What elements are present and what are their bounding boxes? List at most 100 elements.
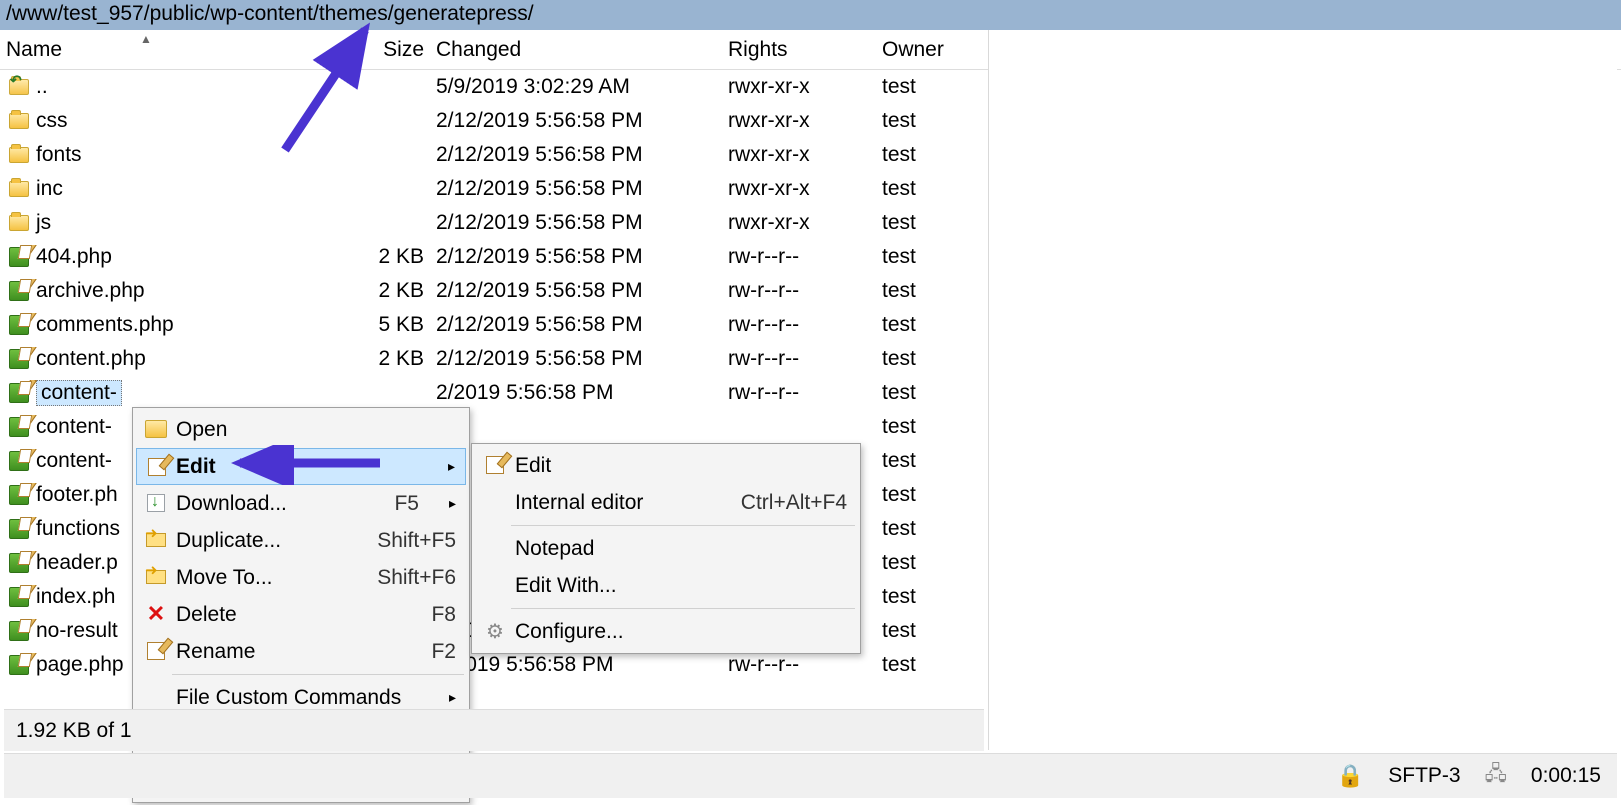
file-name: comments.php bbox=[36, 313, 174, 337]
rename-icon bbox=[144, 639, 168, 663]
ctx-moveto-shortcut: Shift+F6 bbox=[377, 566, 456, 590]
col-header-owner[interactable]: Owner bbox=[876, 34, 986, 66]
file-name: content.php bbox=[36, 347, 146, 371]
file-owner: test bbox=[876, 245, 986, 269]
submenu-arrow-icon: ▸ bbox=[448, 458, 455, 475]
gear-icon: ⚙ bbox=[483, 619, 507, 643]
menu-separator bbox=[511, 608, 855, 609]
file-name: footer.ph bbox=[36, 483, 118, 507]
php-file-icon bbox=[8, 518, 30, 540]
file-changed: 2/12/2019 5:56:58 PM bbox=[430, 279, 722, 303]
file-changed: 2/12/2019 5:56:58 PM bbox=[430, 177, 722, 201]
php-file-icon bbox=[8, 450, 30, 472]
sub-notepad[interactable]: Notepad bbox=[475, 530, 857, 567]
file-owner: test bbox=[876, 143, 986, 167]
ctx-moveto-label: Move To... bbox=[176, 566, 347, 590]
file-changed: 2/2019 5:56:58 PM bbox=[430, 653, 722, 677]
file-name: content- bbox=[36, 449, 112, 473]
sub-configure[interactable]: ⚙ Configure... bbox=[475, 613, 857, 650]
file-name: content- bbox=[36, 415, 112, 439]
sub-editwith-label: Edit With... bbox=[515, 574, 847, 598]
php-file-icon bbox=[8, 620, 30, 642]
file-name: functions bbox=[36, 517, 120, 541]
file-changed: 2/12/2019 5:56:58 PM bbox=[430, 313, 722, 337]
path-text: /www/test_957/public/wp-content/themes/g… bbox=[6, 2, 534, 25]
ctx-moveto[interactable]: Move To... Shift+F6 bbox=[136, 559, 466, 596]
ctx-open-label: Open bbox=[176, 418, 456, 442]
submenu-arrow-icon: ▸ bbox=[449, 495, 456, 512]
edit-icon bbox=[483, 453, 507, 477]
ctx-delete[interactable]: ✕ Delete F8 bbox=[136, 596, 466, 633]
duplicate-icon bbox=[144, 528, 168, 552]
file-size: 2 KB bbox=[368, 245, 430, 269]
ctx-rename[interactable]: Rename F2 bbox=[136, 633, 466, 670]
file-rights: rw-r--r-- bbox=[722, 245, 876, 269]
folder-icon bbox=[8, 212, 30, 234]
file-rights: rwxr-xr-x bbox=[722, 177, 876, 201]
right-pane bbox=[988, 30, 1617, 750]
file-rights: rwxr-xr-x bbox=[722, 143, 876, 167]
lock-icon: 🔒 bbox=[1337, 763, 1364, 789]
move-icon bbox=[144, 565, 168, 589]
file-changed: 2/12/2019 5:56:58 PM bbox=[430, 245, 722, 269]
file-rights: rwxr-xr-x bbox=[722, 75, 876, 99]
ctx-edit[interactable]: Edit ▸ bbox=[136, 448, 466, 485]
file-changed: 2/2019 5:56:58 PM bbox=[430, 381, 722, 405]
file-name: css bbox=[36, 109, 68, 133]
col-header-name[interactable]: Name bbox=[0, 34, 368, 66]
file-name: page.php bbox=[36, 653, 124, 677]
file-owner: test bbox=[876, 449, 986, 473]
col-header-changed[interactable]: Changed bbox=[430, 34, 722, 66]
file-owner: test bbox=[876, 109, 986, 133]
ctx-duplicate-shortcut: Shift+F5 bbox=[377, 529, 456, 553]
ctx-duplicate-label: Duplicate... bbox=[176, 529, 347, 553]
folder-icon bbox=[8, 110, 30, 132]
file-owner: test bbox=[876, 483, 986, 507]
sub-internal-shortcut: Ctrl+Alt+F4 bbox=[741, 491, 847, 515]
sub-edit[interactable]: Edit bbox=[475, 447, 857, 484]
file-rights: rw-r--r-- bbox=[722, 313, 876, 337]
sort-arrow-icon: ▲ bbox=[140, 32, 152, 46]
file-changed: 2/12/2019 5:56:58 PM bbox=[430, 347, 722, 371]
status-protocol[interactable]: SFTP-3 bbox=[1388, 764, 1460, 788]
file-rights: rwxr-xr-x bbox=[722, 211, 876, 235]
ctx-delete-shortcut: F8 bbox=[431, 603, 456, 627]
col-header-rights[interactable]: Rights bbox=[722, 34, 876, 66]
file-changed: 2/12/2019 5:56:58 PM bbox=[430, 109, 722, 133]
file-owner: test bbox=[876, 551, 986, 575]
status-bar-selection: 1.92 KB of 1 bbox=[4, 709, 984, 751]
status-time: 0:00:15 bbox=[1531, 764, 1601, 788]
file-name: content- bbox=[36, 380, 122, 406]
network-icon: 🖧 bbox=[1485, 759, 1507, 793]
file-size: 2 KB bbox=[368, 347, 430, 371]
file-rights: rw-r--r-- bbox=[722, 347, 876, 371]
file-name: js bbox=[36, 211, 51, 235]
file-size: 2 KB bbox=[368, 279, 430, 303]
edit-icon bbox=[145, 455, 169, 479]
sub-edit-with[interactable]: Edit With... bbox=[475, 567, 857, 604]
php-file-icon bbox=[8, 654, 30, 676]
file-name: .. bbox=[36, 75, 48, 99]
ctx-open[interactable]: Open bbox=[136, 411, 466, 448]
php-file-icon bbox=[8, 246, 30, 268]
file-name: archive.php bbox=[36, 279, 145, 303]
php-file-icon bbox=[8, 280, 30, 302]
file-rights: rw-r--r-- bbox=[722, 279, 876, 303]
folder-icon bbox=[8, 178, 30, 200]
status-selection-text: 1.92 KB of 1 bbox=[16, 719, 132, 743]
sub-notepad-label: Notepad bbox=[515, 537, 847, 561]
php-file-icon bbox=[8, 552, 30, 574]
menu-separator bbox=[172, 674, 464, 675]
ctx-duplicate[interactable]: Duplicate... Shift+F5 bbox=[136, 522, 466, 559]
file-owner: test bbox=[876, 585, 986, 609]
sub-internal-editor[interactable]: Internal editor Ctrl+Alt+F4 bbox=[475, 484, 857, 521]
path-bar[interactable]: /www/test_957/public/wp-content/themes/g… bbox=[0, 0, 1621, 30]
col-header-size[interactable]: Size bbox=[368, 34, 430, 66]
ctx-download[interactable]: Download... F5 ▸ bbox=[136, 485, 466, 522]
php-file-icon bbox=[8, 348, 30, 370]
file-changed: 2/12/2019 5:56:58 PM bbox=[430, 211, 722, 235]
file-size: 5 KB bbox=[368, 313, 430, 337]
ctx-fcc-label: File Custom Commands bbox=[176, 686, 419, 710]
sub-edit-label: Edit bbox=[515, 454, 847, 478]
file-owner: test bbox=[876, 211, 986, 235]
